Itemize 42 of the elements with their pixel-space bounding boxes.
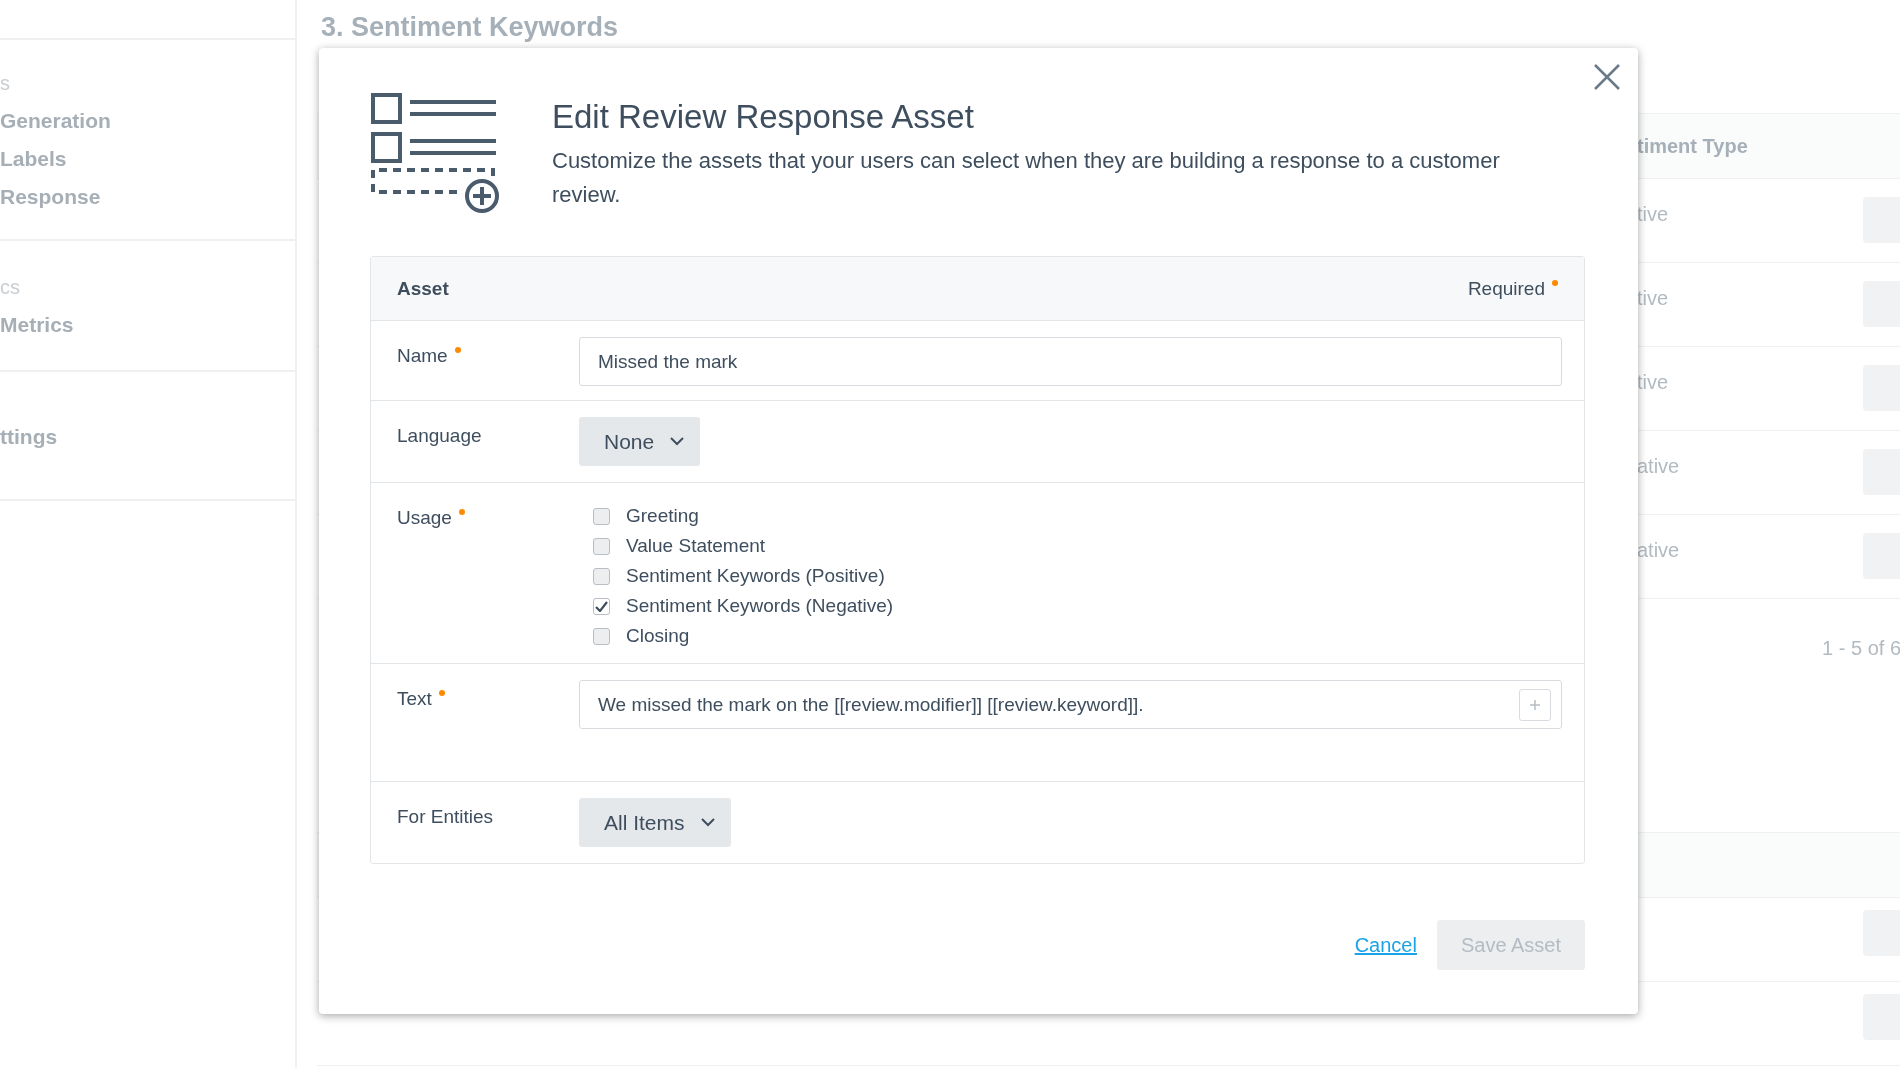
dialog-description: Customize the assets that your users can select when they are building a response to a customer review. — [552, 147, 1501, 209]
section-heading: 3. Sentiment Keywords — [321, 12, 620, 43]
sidebar-item[interactable]: Response — [0, 185, 295, 209]
field-label: Usage — [397, 499, 579, 647]
checkbox-label: Sentiment Keywords (Negative) — [626, 595, 894, 617]
field-label: Language — [397, 424, 483, 448]
table-cell-text: tive — [1637, 287, 1670, 310]
form-title: Asset — [397, 277, 449, 300]
checkbox[interactable] — [593, 567, 610, 585]
plus-icon — [1529, 698, 1541, 711]
sidebar-item[interactable]: Generation — [0, 109, 295, 133]
checkbox[interactable] — [593, 507, 610, 525]
dropdown[interactable]: All Items — [579, 798, 731, 847]
insert-button[interactable] — [1519, 688, 1551, 721]
sidebar-item[interactable]: Metrics — [0, 313, 295, 337]
table-cell-text: tive — [1637, 203, 1670, 226]
checkbox[interactable] — [593, 627, 610, 645]
cancel-link[interactable]: Cancel — [1354, 933, 1417, 957]
sidebar-item[interactable]: ttings — [0, 424, 295, 449]
text-field[interactable]: We missed the mark on the [[review.modifier]] [[review.keyword]]. — [579, 680, 1562, 729]
sidebar-item[interactable]: Labels — [0, 147, 295, 171]
name-field[interactable]: Missed the mark — [579, 337, 1562, 386]
checkbox[interactable] — [593, 537, 610, 555]
caret-icon — [700, 818, 715, 827]
checkbox-label: Greeting — [626, 505, 699, 527]
required-note: Required — [1467, 277, 1558, 300]
table-cell-text: ative — [1637, 539, 1681, 562]
dialog-title: Edit Review Response Asset — [552, 98, 975, 136]
caret-icon — [670, 437, 685, 446]
checkbox-label: Sentiment Keywords (Positive) — [626, 565, 885, 587]
field-label: For Entities — [397, 805, 495, 829]
checkbox-label: Closing — [626, 625, 690, 647]
field-label: Name — [397, 337, 579, 386]
field-label: Text — [397, 680, 579, 729]
dropdown[interactable]: None — [579, 417, 701, 466]
checkbox-label: Value Statement — [626, 535, 766, 557]
column-header: timent Type — [1637, 134, 1748, 158]
form-list-icon — [370, 92, 502, 216]
table-cell-text: tive — [1637, 371, 1670, 394]
checkbox[interactable] — [593, 597, 610, 615]
pagination-label: 1 - 5 of 6 — [1822, 637, 1900, 660]
table-cell-text: ative — [1637, 455, 1681, 478]
